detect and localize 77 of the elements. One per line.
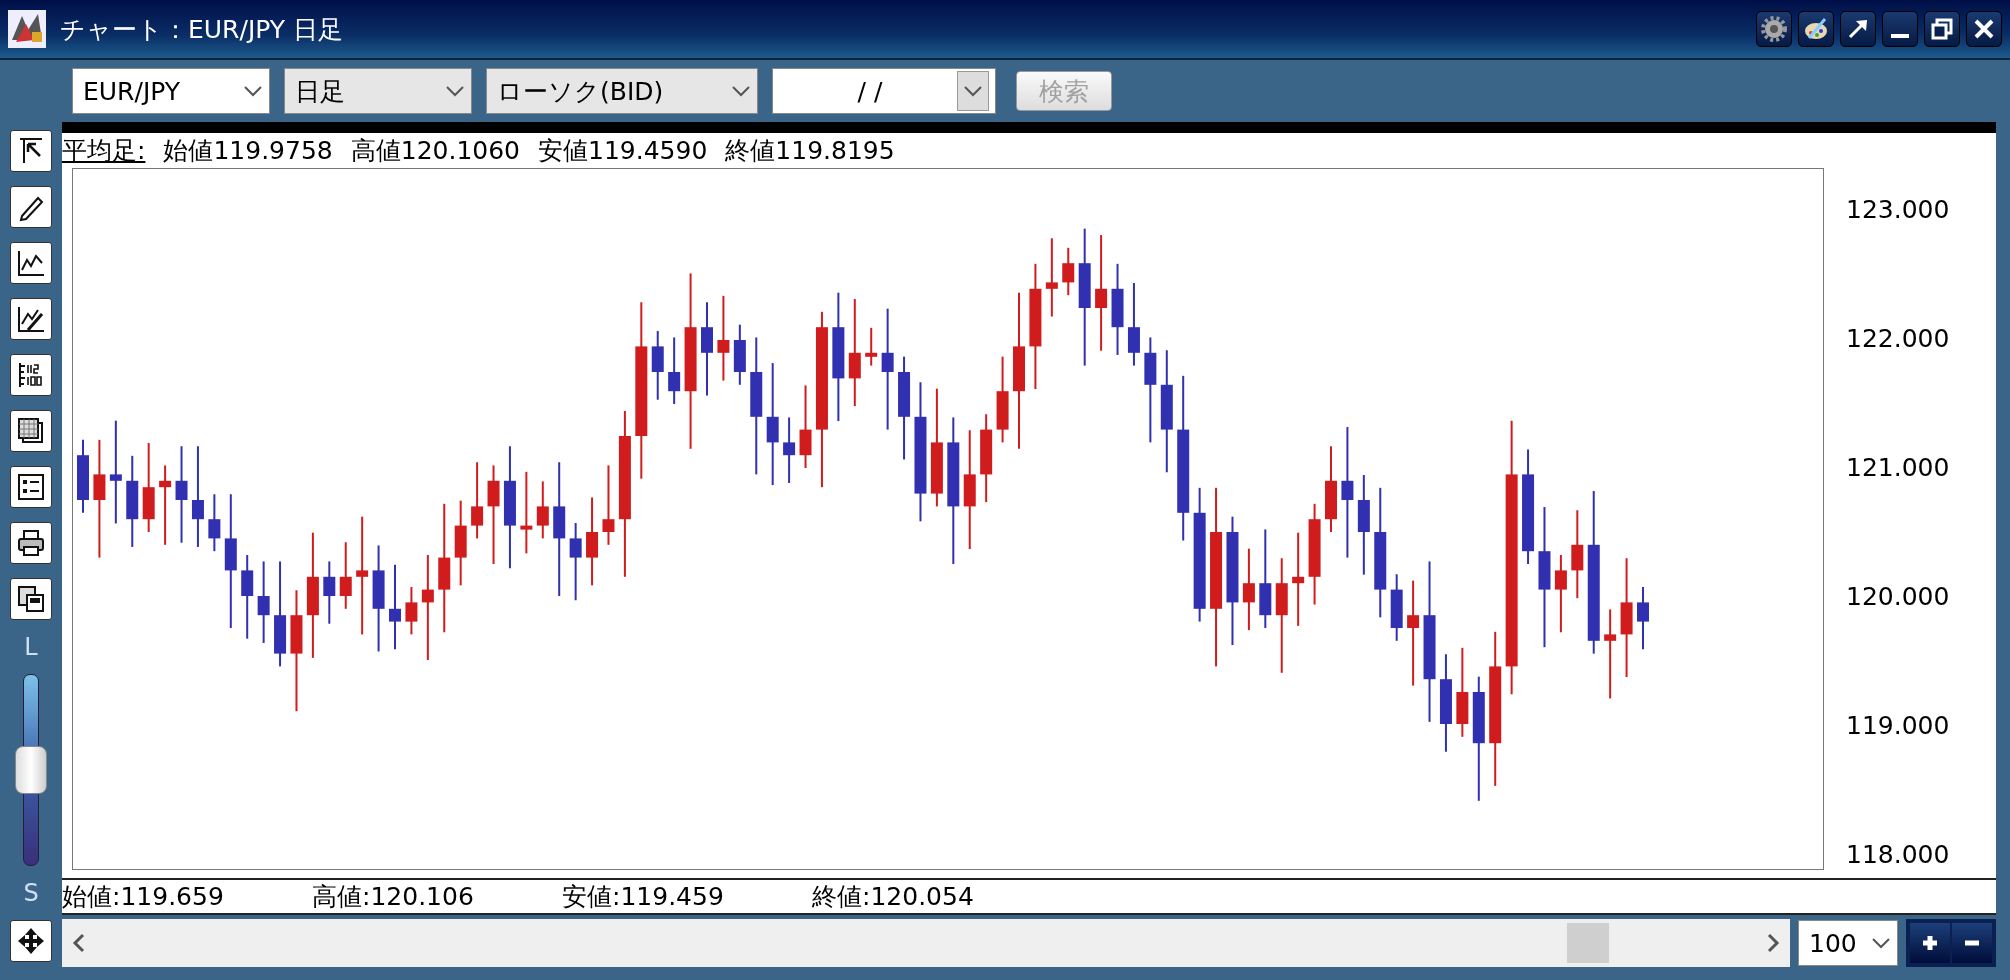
palette-brush-icon — [1803, 16, 1829, 42]
candlestick — [1390, 573, 1403, 642]
chevron-down-icon — [731, 85, 751, 97]
settings-icon — [1761, 16, 1787, 42]
settings-button[interactable] — [1756, 11, 1792, 47]
restore-button[interactable] — [1924, 11, 1960, 47]
axis-label: 118.000 — [1846, 839, 1950, 870]
price-reading: 始値119.9758 — [163, 135, 333, 167]
candlestick — [783, 416, 796, 484]
zoom-select[interactable]: 100 — [1798, 920, 1898, 966]
candlestick — [405, 586, 418, 636]
candlestick — [339, 541, 352, 610]
price-reading: 終値119.8195 — [725, 135, 895, 167]
grid-pages-icon — [16, 416, 46, 446]
slider-max-label: L — [24, 634, 38, 660]
line-chart-tool-button[interactable] — [10, 242, 52, 284]
candlestick — [323, 560, 336, 625]
chevron-down-icon — [1871, 937, 1891, 949]
palette-brush-button[interactable] — [1798, 11, 1834, 47]
axis-label: 123.000 — [1846, 194, 1950, 225]
move-arrows-icon — [16, 926, 46, 956]
period-select[interactable]: 日足 — [284, 68, 472, 114]
cursor-arrow-tool-button[interactable] — [10, 130, 52, 172]
ohlc-reading: 終値:120.054 — [812, 881, 975, 913]
minimize-icon — [1891, 34, 1909, 38]
checklist-icon — [16, 472, 46, 502]
axis-label: 121.000 — [1846, 452, 1950, 483]
candlestick — [208, 493, 221, 553]
copy-save-tool-button[interactable] — [10, 578, 52, 620]
candlestick — [1637, 586, 1649, 651]
grid-pages-tool-button[interactable] — [10, 410, 52, 452]
chevron-left-icon[interactable] — [72, 932, 86, 954]
heikin-ashi-link[interactable]: 平均足: — [62, 134, 146, 167]
currency-pair-select[interactable]: EUR/JPY — [72, 68, 270, 114]
line-chart-icon — [16, 248, 46, 278]
candlestick — [651, 330, 664, 401]
axis-label: 122.000 — [1846, 323, 1950, 354]
ohlc-reading: 高値:120.106 — [312, 881, 475, 913]
chevron-right-icon[interactable] — [1766, 932, 1780, 954]
zoom-out-button[interactable] — [1952, 923, 1992, 963]
candlestick — [865, 326, 878, 367]
date-field[interactable]: / / — [772, 68, 996, 114]
move-tool-button[interactable] — [10, 920, 52, 962]
printer-icon — [16, 528, 46, 558]
minimize-button[interactable] — [1882, 11, 1918, 47]
close-button[interactable] — [1966, 11, 2002, 47]
chevron-down-icon — [963, 85, 983, 97]
axis-label: 119.000 — [1846, 710, 1950, 741]
ohlc-reading: 安値:119.459 — [562, 881, 725, 913]
candlestick — [668, 336, 681, 405]
ohlc-reading: 始値:119.659 — [62, 881, 225, 913]
app-logo-icon — [8, 10, 46, 48]
zoom-in-button[interactable] — [1910, 923, 1950, 963]
scrollbar-thumb[interactable] — [1567, 923, 1609, 963]
pencil-tool-button[interactable] — [10, 186, 52, 228]
slider-thumb[interactable] — [15, 746, 47, 794]
chevron-down-icon — [445, 85, 465, 97]
checklist-tool-button[interactable] — [10, 466, 52, 508]
candlestick — [536, 480, 549, 540]
window-title: チャート：EUR/JPY 日足 — [60, 13, 344, 46]
chart-edit-tool-button[interactable] — [10, 298, 52, 340]
candlestick — [733, 323, 746, 386]
ruler-numbers-tool-button[interactable] — [10, 354, 52, 396]
chart-edit-icon — [16, 304, 46, 334]
printer-tool-button[interactable] — [10, 522, 52, 564]
restore-icon — [1929, 16, 1955, 42]
chart-type-select[interactable]: ローソク(BID) — [486, 68, 758, 114]
candlestick — [1062, 246, 1075, 297]
chevron-down-icon — [243, 85, 263, 97]
plus-icon — [1921, 933, 1939, 953]
price-reading: 安値119.4590 — [538, 135, 708, 167]
copy-save-icon — [16, 584, 46, 614]
price-reading: 高値120.1060 — [350, 135, 521, 167]
horizontal-scrollbar[interactable] — [62, 919, 1790, 967]
arrow-button[interactable] — [1840, 11, 1876, 47]
axis-label: 120.000 — [1846, 581, 1950, 612]
slider-min-label: S — [23, 880, 39, 906]
